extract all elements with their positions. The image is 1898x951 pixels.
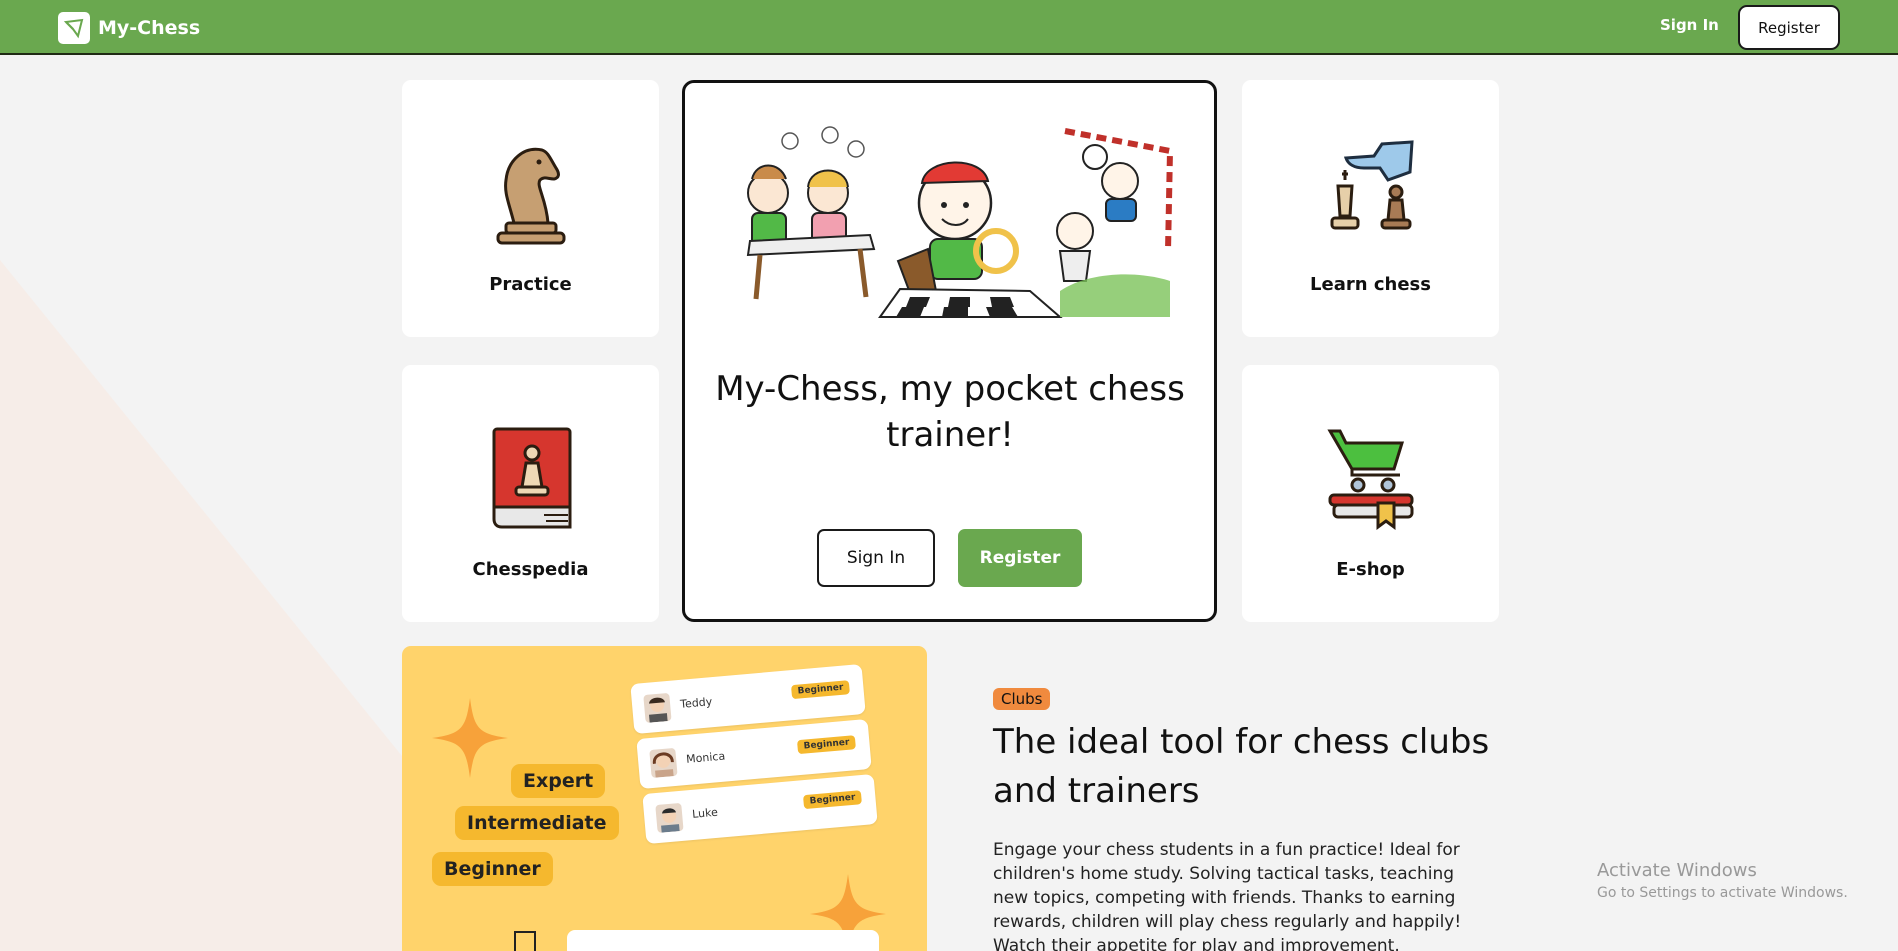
card-chesspedia[interactable]: Chesspedia — [402, 365, 659, 622]
level-label: Beginner — [432, 852, 553, 886]
level-label: Expert — [511, 764, 606, 798]
nav-register-button[interactable]: Register — [1738, 5, 1840, 50]
logo[interactable]: My-Chess — [58, 12, 200, 44]
student-name: Luke — [691, 805, 719, 821]
activation-subtitle: Go to Settings to activate Windows. — [1597, 885, 1848, 901]
card-practice[interactable]: Practice — [402, 80, 659, 337]
hero-register-button[interactable]: Register — [958, 529, 1082, 587]
card-label: E-shop — [1336, 559, 1405, 580]
knight-icon — [496, 147, 565, 245]
hero-title: My-Chess, my pocket chess trainer! — [715, 369, 1185, 455]
card-label: Practice — [489, 274, 572, 295]
card-label: Learn chess — [1310, 274, 1431, 295]
card-preview — [567, 930, 879, 951]
brand-name: My-Chess — [98, 17, 201, 39]
section-title: The ideal tool for chess clubs and train… — [993, 722, 1490, 811]
level-badge: Beginner — [797, 735, 856, 755]
windows-activation-watermark: Activate Windows Go to Settings to activ… — [1597, 860, 1848, 901]
hero-card: My-Chess, my pocket chess trainer! Sign … — [682, 80, 1217, 622]
sparkle-icon — [432, 698, 508, 778]
level-badge: Beginner — [803, 790, 862, 810]
avatar — [655, 802, 684, 834]
activation-title: Activate Windows — [1597, 860, 1757, 881]
student-name: Teddy — [679, 695, 713, 711]
hand-moving-king-icon — [1330, 140, 1414, 230]
kids-playing-chess-illustration — [746, 126, 1174, 318]
hero-actions: Sign In Register — [817, 529, 1082, 587]
card-learn-chess[interactable]: Learn chess — [1242, 80, 1499, 337]
document-icon — [514, 931, 536, 951]
avatar — [643, 692, 672, 724]
card-eshop[interactable]: E-shop — [1242, 365, 1499, 622]
section-tag: Clubs — [993, 688, 1051, 710]
student-name: Monica — [685, 749, 726, 766]
clubs-illustration: Expert Intermediate Beginner Teddy Begin… — [402, 646, 927, 951]
nav-signin-link[interactable]: Sign In — [1660, 16, 1719, 34]
hero-signin-button[interactable]: Sign In — [817, 529, 935, 587]
level-label: Intermediate — [455, 806, 619, 840]
navbar: My-Chess Sign In Register — [0, 0, 1898, 55]
avatar — [649, 747, 678, 779]
level-badge: Beginner — [791, 680, 850, 700]
book-pawn-icon — [492, 427, 571, 529]
card-label: Chesspedia — [472, 559, 589, 580]
cart-icon — [1326, 429, 1413, 530]
section-body: Engage your chess students in a fun prac… — [993, 840, 1462, 951]
logo-icon — [58, 12, 90, 44]
